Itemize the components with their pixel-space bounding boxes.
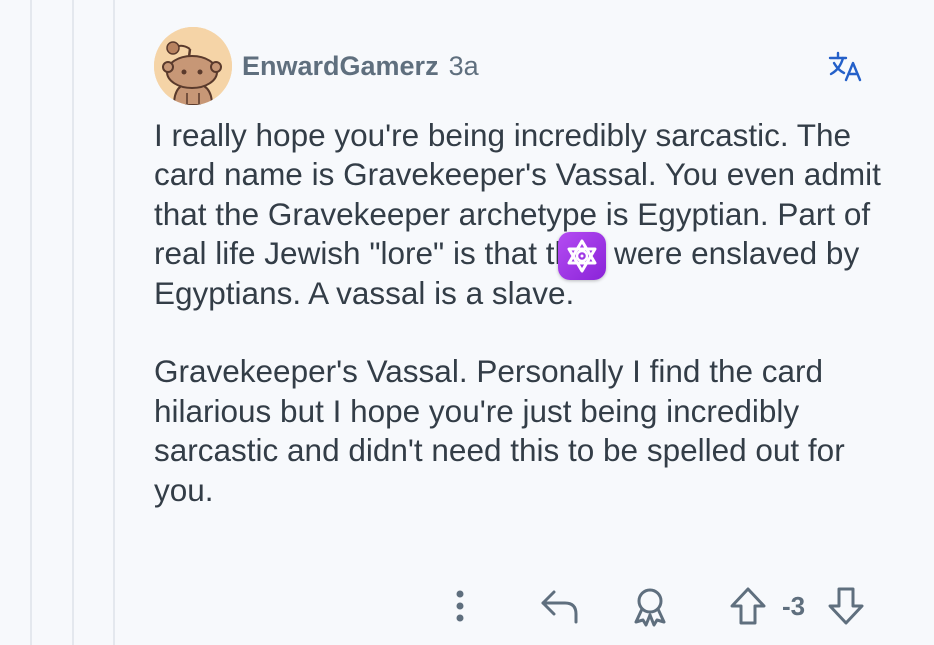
thread-line[interactable] <box>72 0 74 645</box>
upvote-arrow-icon <box>730 587 766 625</box>
thread-line[interactable] <box>30 0 32 645</box>
reply-button[interactable] <box>538 584 582 628</box>
star-of-david-badge-icon <box>567 239 597 273</box>
flair-badge[interactable] <box>558 232 606 280</box>
snoo-avatar-icon <box>154 27 232 105</box>
more-vertical-icon <box>456 590 464 622</box>
comment-header: EnwardGamerz 3a <box>154 27 479 105</box>
avatar[interactable] <box>154 27 232 105</box>
comment-paragraph: Gravekeeper's Vassal. Personally I find … <box>154 353 845 508</box>
comment-screen: EnwardGamerz 3a I really hope you're bei… <box>0 0 934 645</box>
more-options-button[interactable] <box>446 584 474 628</box>
vote-score: -3 <box>782 591 806 621</box>
comment-age: 3a <box>448 50 479 81</box>
comment-paragraph: I really hope you're being incredibly sa… <box>154 117 881 311</box>
downvote-arrow-icon <box>828 587 864 625</box>
thread-line[interactable] <box>113 0 115 645</box>
reply-icon <box>541 590 578 624</box>
comment-author[interactable]: EnwardGamerz <box>242 51 439 82</box>
translate-button[interactable] <box>826 50 866 84</box>
award-icon <box>634 588 666 627</box>
award-button[interactable] <box>628 584 672 628</box>
translate-icon <box>828 51 862 82</box>
comment-body: I really hope you're being incredibly sa… <box>154 116 894 510</box>
upvote-button[interactable] <box>726 584 770 628</box>
downvote-button[interactable] <box>824 584 868 628</box>
